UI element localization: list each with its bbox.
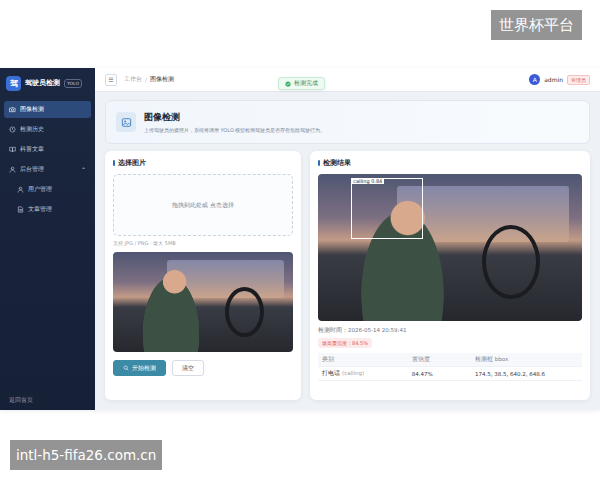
sidebar-item[interactable]: 图像检测 — [4, 101, 91, 118]
action-button[interactable]: 开始检测 — [113, 360, 166, 376]
page-subtitle: 上传驾驶员拍摄照片，系统将调用 YOLO 模型检测驾驶员是否存在危险驾驶行为。 — [144, 127, 325, 133]
sidebar-item-label: 检测历史 — [20, 125, 44, 134]
sidebar-item-label: 文章管理 — [28, 205, 52, 214]
page-title: 图像检测 — [144, 111, 325, 124]
topbar: ☰ 工作台/图像检测 Aadmin 管理员 — [95, 68, 600, 92]
button-label: 清空 — [182, 364, 194, 373]
action-button[interactable]: 清空 — [172, 360, 204, 376]
search-icon — [123, 365, 129, 371]
breadcrumb: 工作台/图像检测 — [124, 76, 174, 83]
logo-icon: 驾 — [6, 76, 21, 91]
cards-row: 选择图片拖拽到此处或 点击选择支持 JPG / PNG · 最大 5MB 开始检测… — [105, 151, 590, 400]
sidebar-item[interactable]: 科普文章 — [4, 141, 91, 158]
class-cell: 打电话(calling) — [318, 370, 408, 377]
dropzone-text: 拖拽到此处或 点击选择 — [172, 202, 234, 209]
breadcrumb-item: 图像检测 — [150, 76, 174, 83]
sidebar-item-label: 图像检测 — [20, 105, 44, 114]
watermark: intl-h5-fifa26.com.cn — [10, 440, 162, 470]
brand[interactable]: 驾驾驶员检测 YOLO — [0, 73, 95, 93]
bounding-box-label: calling 0.84 — [351, 178, 384, 184]
main-area: ☰工作台/图像检测Aadmin管理员检测完成图像检测上传驾驶员拍摄照片，系统将调… — [95, 68, 600, 410]
steering-wheel — [482, 225, 540, 299]
role-tag: 管理员 — [567, 75, 590, 85]
result-table: 类别置信度检测框 bbox打电话(calling)84.47%174.5, 38… — [318, 353, 582, 381]
button-row: 开始检测 清空 — [113, 360, 293, 376]
driver — [135, 262, 207, 352]
sidebar-item[interactable]: 检测历史 — [4, 121, 91, 138]
user-menu[interactable]: Aadmin 管理员 — [529, 74, 590, 85]
dropzone[interactable]: 拖拽到此处或 点击选择 — [113, 174, 293, 236]
class-code: (calling) — [342, 370, 364, 376]
page-header-text: 图像检测上传驾驶员拍摄照片，系统将调用 YOLO 模型检测驾驶员是否存在危险驾驶… — [144, 111, 325, 133]
sidebar-item[interactable]: 用户管理 — [4, 181, 91, 198]
breadcrumb-item[interactable]: 工作台 — [124, 76, 142, 83]
back-home-link[interactable]: 返回首页 — [0, 397, 95, 404]
preview-image — [113, 252, 293, 352]
detect-time: 检测时间：2026-05-14 20:59:41 — [318, 327, 582, 334]
user-name: admin — [544, 76, 563, 83]
upload-hint: 支持 JPG / PNG · 最大 5MB — [113, 240, 293, 246]
table-header: 类别置信度检测框 bbox — [318, 353, 582, 367]
menu-icon — [9, 106, 16, 113]
breadcrumb-separator: / — [145, 77, 147, 83]
content: 图像检测上传驾驶员拍摄照片，系统将调用 YOLO 模型检测驾驶员是否存在危险驾驶… — [95, 92, 600, 410]
sidebar-item-label: 用户管理 — [28, 185, 52, 194]
card-title: 选择图片 — [113, 158, 293, 168]
sidebar-item-label: 后台管理 — [20, 165, 44, 174]
driver — [350, 189, 456, 321]
result-image: calling 0.84 — [318, 174, 582, 321]
menu-toggle-button[interactable]: ☰ — [105, 74, 117, 86]
column-header: 置信度 — [408, 356, 471, 363]
menu-icon — [9, 146, 16, 153]
tag-row: 最高置信度：84.5% — [318, 338, 582, 348]
upload-card: 选择图片拖拽到此处或 点击选择支持 JPG / PNG · 最大 5MB 开始检测… — [105, 151, 301, 400]
sidebar-menu: 图像检测检测历史科普文章后台管理 ⌃ 用户管理文章管理 — [0, 101, 95, 218]
toast: 检测完成 — [278, 77, 325, 90]
result-card: 检测结果 calling 0.84 检测时间：2026-05-14 20:59:41… — [310, 151, 590, 400]
watermark: 世界杯平台 — [491, 10, 582, 40]
brand-badge: YOLO — [64, 79, 82, 88]
menu-icon — [9, 126, 16, 133]
expand-arrow-icon: ⌃ — [81, 166, 86, 173]
sidebar-item[interactable]: 文章管理 — [4, 201, 91, 218]
check-icon — [285, 81, 291, 87]
class-name: 打电话 — [322, 370, 340, 376]
image-icon — [116, 112, 136, 132]
card-title: 检测结果 — [318, 158, 582, 168]
sidebar-item[interactable]: 后台管理 ⌃ — [4, 161, 91, 178]
page: 驾驾驶员检测 YOLO 图像检测检测历史科普文章后台管理 ⌃ 用户管理文章管理返回首页 ☰… — [0, 0, 600, 480]
table-row[interactable]: 打电话(calling)84.47%174.5, 38.5, 640.2, 64… — [318, 367, 582, 381]
column-header: 类别 — [318, 356, 408, 363]
button-label: 开始检测 — [132, 364, 156, 373]
steering-wheel — [225, 287, 265, 337]
toast-text: 检测完成 — [294, 80, 318, 87]
confidence-cell: 84.47% — [408, 371, 471, 377]
menu-icon — [17, 186, 24, 193]
bounding-box: calling 0.84 — [351, 178, 422, 238]
app-window: 驾驾驶员检测 YOLO 图像检测检测历史科普文章后台管理 ⌃ 用户管理文章管理返回首页 ☰… — [0, 68, 600, 410]
bbox-cell: 174.5, 38.5, 640.2, 648.6 — [471, 371, 582, 377]
avatar: A — [529, 74, 540, 85]
sidebar-item-label: 科普文章 — [20, 145, 44, 154]
menu-icon — [17, 206, 24, 213]
brand-title: 驾驶员检测 — [25, 79, 60, 88]
column-header: 检测框 bbox — [471, 356, 582, 363]
page-header: 图像检测上传驾驶员拍摄照片，系统将调用 YOLO 模型检测驾驶员是否存在危险驾驶… — [105, 100, 590, 144]
sidebar: 驾驾驶员检测 YOLO 图像检测检测历史科普文章后台管理 ⌃ 用户管理文章管理返回首页 — [0, 68, 95, 410]
confidence-tag: 最高置信度：84.5% — [318, 338, 372, 348]
menu-icon — [9, 166, 16, 173]
